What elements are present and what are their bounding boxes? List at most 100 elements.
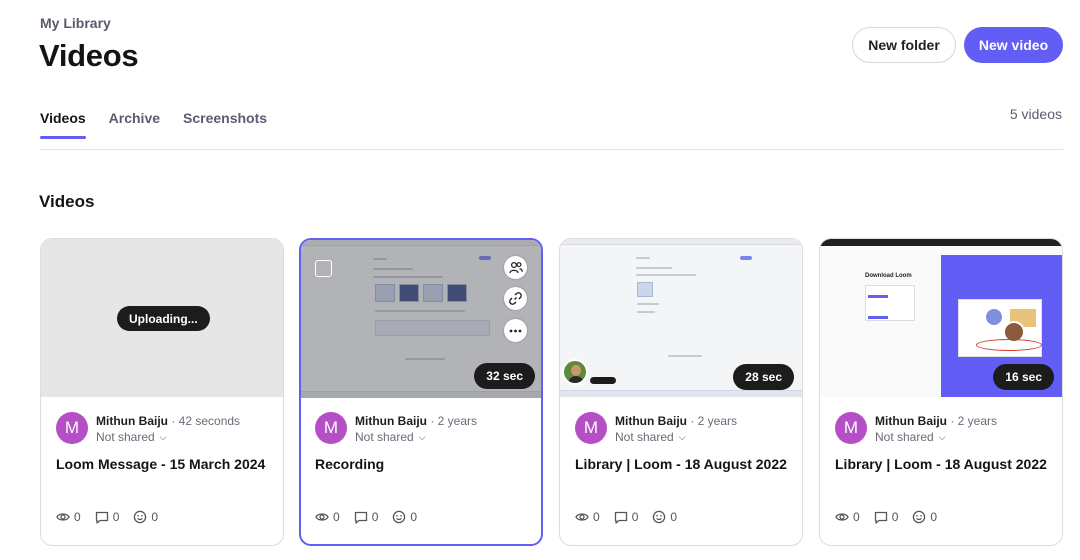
select-checkbox[interactable] [315,260,332,277]
webcam-bubble [562,359,588,385]
video-stats: 0 0 0 [56,510,172,524]
views-count: 0 [333,510,340,524]
tab-bar: Videos Archive Screenshots [40,110,290,139]
comment-icon [614,511,627,524]
duration-badge: 28 sec [733,364,794,390]
video-stats: 0 0 0 [835,510,951,524]
chevron-down-icon: ⌵ [938,431,946,442]
reactions-count: 0 [151,510,159,524]
video-meta: M Mithun Baiju · 2 years Not shared ⌵ [835,412,1055,446]
comments-count: 0 [631,510,639,524]
section-title: Videos [39,192,95,211]
video-thumbnail[interactable]: Download Loom 16 sec [820,239,1062,397]
reactions-stat[interactable]: 0 [652,510,677,524]
chevron-down-icon: ⌵ [418,431,426,442]
smiley-icon [393,510,406,524]
link-icon [509,292,522,305]
video-age: · 2 years [430,414,478,428]
avatar: M [56,412,88,444]
video-count: 5 videos [1009,106,1062,122]
video-thumbnail[interactable]: 28 sec [560,239,802,397]
comments-stat[interactable]: 0 [874,510,899,524]
people-icon [508,261,523,274]
video-stats: 0 0 0 [315,510,431,524]
views-stat[interactable]: 0 [315,510,340,524]
video-card[interactable]: Uploading... M Mithun Baiju · 42 seconds… [40,238,284,546]
comments-count: 0 [371,510,379,524]
share-button[interactable] [504,256,527,279]
video-title[interactable]: Loom Message - 15 March 2024 [56,456,265,472]
video-title[interactable]: Library | Loom - 18 August 2022 [575,456,787,472]
author-name: Mithun Baiju [875,414,947,428]
duration-badge: 32 sec [474,363,535,389]
video-title[interactable]: Library | Loom - 18 August 2022 [835,456,1047,472]
share-status-dropdown[interactable]: Not shared ⌵ [355,430,426,444]
comments-count: 0 [112,510,120,524]
views-stat[interactable]: 0 [575,510,600,524]
duration-badge: 16 sec [993,364,1054,390]
views-stat[interactable]: 0 [56,510,81,524]
new-folder-button[interactable]: New folder [852,27,956,63]
video-thumbnail[interactable]: 32 sec [301,240,541,398]
reactions-count: 0 [670,510,678,524]
reactions-count: 0 [930,510,938,524]
share-status: Not shared [615,430,674,444]
comment-icon [354,511,367,524]
tab-archive[interactable]: Archive [109,110,160,139]
reactions-count: 0 [410,510,418,524]
tab-videos[interactable]: Videos [40,110,86,139]
breadcrumb[interactable]: My Library [40,15,111,31]
video-stats: 0 0 0 [575,510,691,524]
share-status: Not shared [875,430,934,444]
comments-stat[interactable]: 0 [95,510,120,524]
copy-link-button[interactable] [504,287,527,310]
tabs-divider [40,149,1063,150]
smiley-icon [134,510,147,524]
video-age: · 2 years [690,414,738,428]
video-card[interactable]: 32 sec M Mithun Baiju · 2 years Not shar… [299,238,543,546]
video-meta: M Mithun Baiju · 42 seconds Not shared ⌵ [56,412,276,446]
chevron-down-icon: ⌵ [678,431,686,442]
page-title: Videos [39,38,139,73]
views-count: 0 [593,510,600,524]
author-name: Mithun Baiju [96,414,168,428]
avatar: M [575,412,607,444]
video-meta: M Mithun Baiju · 2 years Not shared ⌵ [315,412,535,446]
eye-icon [835,513,849,521]
author-name: Mithun Baiju [355,414,427,428]
video-card[interactable]: 28 sec M Mithun Baiju · 2 years Not shar… [559,238,803,546]
tab-screenshots[interactable]: Screenshots [183,110,267,139]
eye-icon [56,513,70,521]
eye-icon [315,513,329,521]
chevron-down-icon: ⌵ [159,431,167,442]
video-thumbnail[interactable]: Uploading... [41,239,283,397]
eye-icon [575,513,589,521]
smiley-icon [913,510,926,524]
more-options-button[interactable] [504,319,527,342]
video-age: · 42 seconds [171,414,241,428]
new-video-button[interactable]: New video [964,27,1063,63]
share-status-dropdown[interactable]: Not shared ⌵ [96,430,167,444]
smiley-icon [653,510,666,524]
comment-icon [95,511,108,524]
video-title[interactable]: Recording [315,456,384,472]
video-meta: M Mithun Baiju · 2 years Not shared ⌵ [575,412,795,446]
share-status-dropdown[interactable]: Not shared ⌵ [875,430,946,444]
comments-stat[interactable]: 0 [354,510,379,524]
comments-count: 0 [891,510,899,524]
video-age: · 2 years [950,414,998,428]
avatar: M [315,412,347,444]
reactions-stat[interactable]: 0 [912,510,937,524]
comments-stat[interactable]: 0 [614,510,639,524]
reactions-stat[interactable]: 0 [133,510,158,524]
author-name: Mithun Baiju [615,414,687,428]
share-status: Not shared [96,430,155,444]
views-stat[interactable]: 0 [835,510,860,524]
video-card[interactable]: Download Loom 16 sec M Mithun Baiju · 2 … [819,238,1063,546]
uploading-badge: Uploading... [117,306,210,331]
more-icon [509,329,522,332]
share-status-dropdown[interactable]: Not shared ⌵ [615,430,686,444]
avatar: M [835,412,867,444]
reactions-stat[interactable]: 0 [392,510,417,524]
comment-icon [874,511,887,524]
